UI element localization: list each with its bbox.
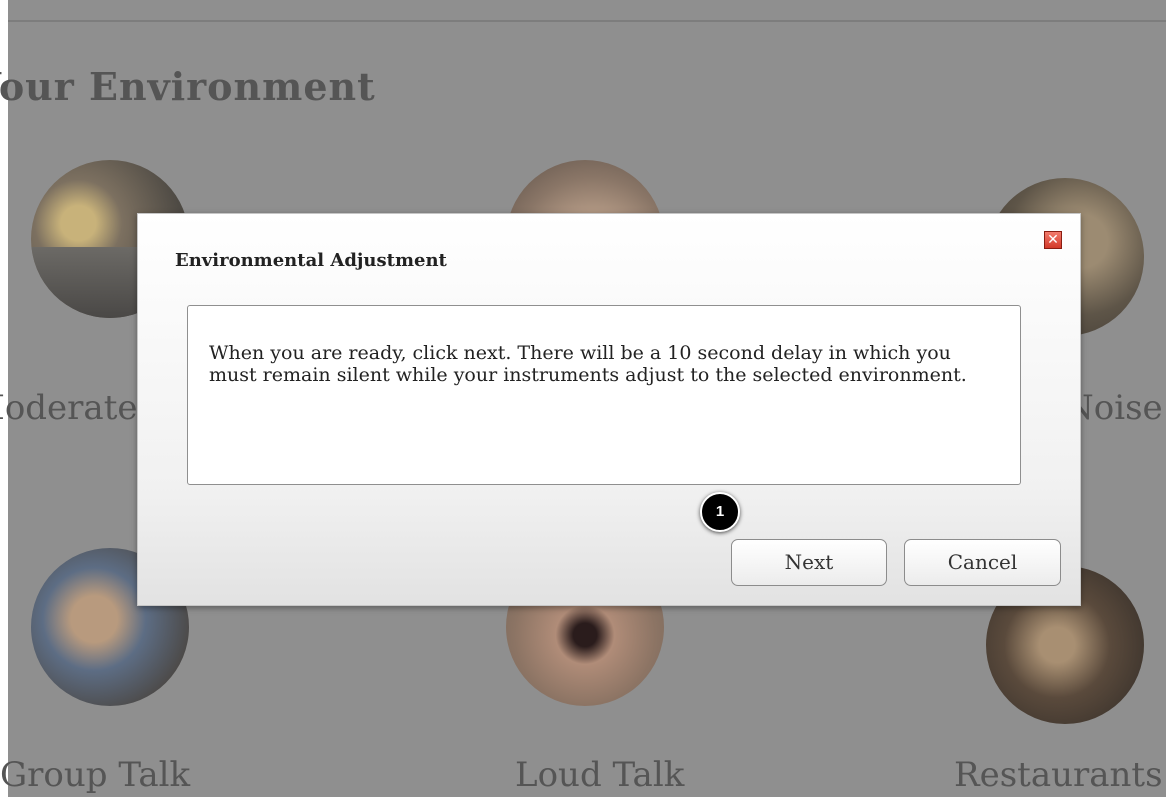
category-label-loud-talk: Loud Talk — [515, 755, 685, 795]
category-label-group-talk: Group Talk — [0, 755, 191, 795]
close-icon[interactable]: ✕ — [1044, 231, 1062, 249]
cancel-button[interactable]: Cancel — [904, 539, 1061, 586]
environmental-adjustment-dialog: Environmental Adjustment ✕ When you are … — [137, 213, 1081, 606]
step-number-badge: 1 — [700, 492, 740, 532]
dialog-title: Environmental Adjustment — [175, 250, 447, 271]
dialog-message-box: When you are ready, click next. There wi… — [187, 305, 1021, 485]
next-button[interactable]: Next — [731, 539, 887, 586]
category-label-restaurants: Restaurants — [954, 755, 1163, 795]
header-divider — [8, 0, 1166, 22]
dialog-message: When you are ready, click next. There wi… — [209, 342, 967, 386]
page-title: Your Environment — [0, 64, 376, 109]
category-label-moderate: Moderate — [0, 388, 138, 428]
